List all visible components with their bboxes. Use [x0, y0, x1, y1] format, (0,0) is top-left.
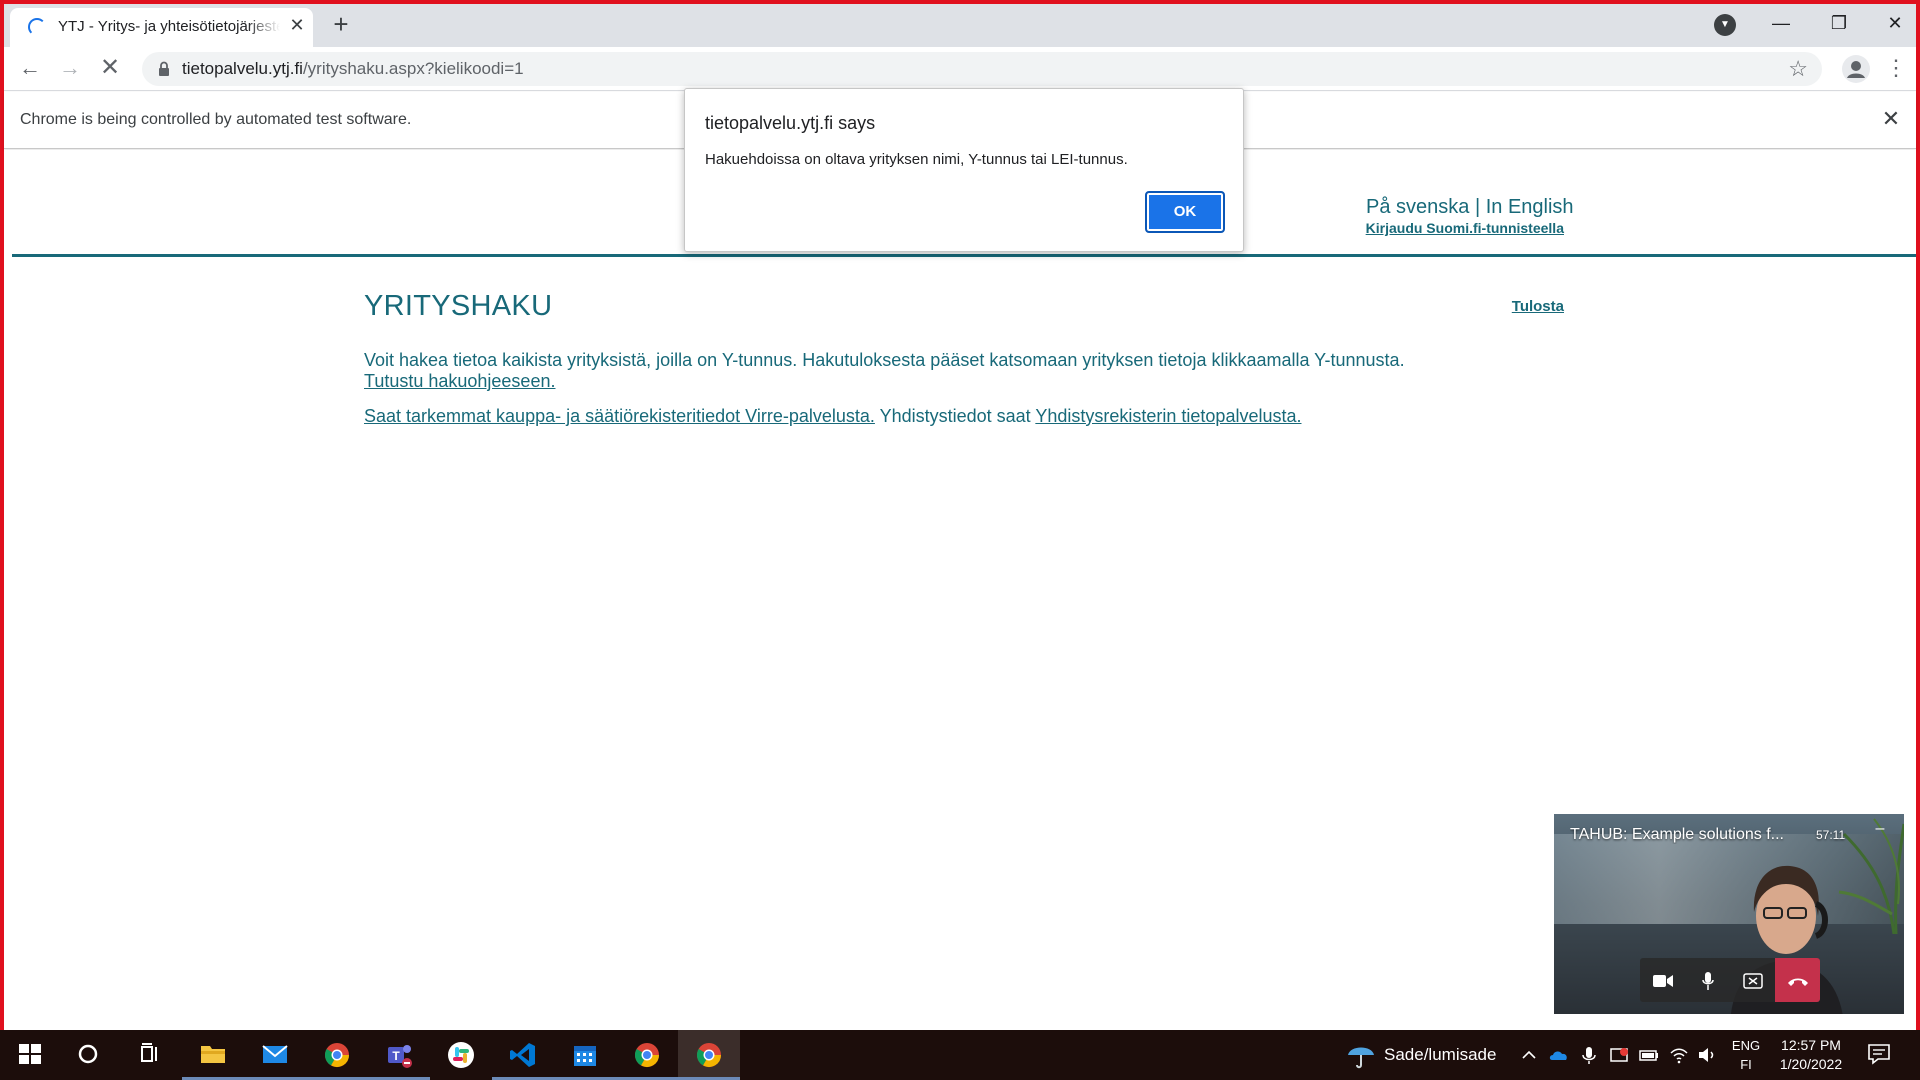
page-title: YRITYSHAKU: [364, 290, 553, 322]
battery-icon[interactable]: [1638, 1044, 1660, 1066]
stop-loading-button[interactable]: ✕: [94, 53, 126, 85]
browser-toolbar: ← → ✕ tietopalvelu.ytj.fi/yrityshaku.asp…: [4, 47, 1916, 91]
start-button[interactable]: [0, 1030, 62, 1080]
tab-search-icon[interactable]: ▼: [1714, 14, 1736, 36]
meeting-title: TAHUB: Example solutions f...: [1570, 826, 1784, 843]
intro-paragraph: Voit hakea tietoa kaikista yrityksistä, …: [364, 350, 1464, 392]
microphone-icon[interactable]: [1685, 958, 1730, 1002]
weather-text: Sade/lumisade: [1384, 1045, 1497, 1064]
url-host: tietopalvelu.ytj.fi: [182, 59, 303, 78]
language-separator: |: [1469, 196, 1486, 218]
folder-icon: [201, 1046, 225, 1063]
back-button[interactable]: ←: [14, 53, 46, 85]
alert-title: tietopalvelu.ytj.fi says: [705, 113, 876, 133]
wifi-icon[interactable]: [1668, 1044, 1690, 1066]
ok-button[interactable]: OK: [1145, 191, 1225, 233]
tab-title: YTJ - Yritys- ja yhteisötietojärjestelmä: [58, 18, 280, 35]
taskbar-file-explorer[interactable]: [182, 1030, 244, 1080]
meeting-controls: [1640, 958, 1820, 1002]
search-circle-icon: [78, 1044, 98, 1064]
url-text: tietopalvelu.ytj.fi/yrityshaku.aspx?kiel…: [182, 59, 524, 79]
weather-widget[interactable]: Sade/lumisade: [1344, 1030, 1514, 1080]
minimize-button[interactable]: —: [1752, 4, 1810, 44]
forward-button[interactable]: →: [54, 53, 86, 85]
umbrella-icon: [1348, 1047, 1374, 1069]
hang-up-icon[interactable]: [1775, 958, 1820, 1002]
loading-spinner-icon: [28, 18, 46, 36]
network-alert-icon[interactable]: [1608, 1044, 1630, 1066]
taskbar-chrome-1[interactable]: [306, 1030, 368, 1080]
virre-link[interactable]: Saat tarkemmat kauppa- ja säätiörekister…: [364, 406, 875, 426]
clock-time: 12:57 PM: [1781, 1037, 1841, 1053]
task-view-icon: [141, 1043, 157, 1062]
language-links: På svenska | In English: [1366, 196, 1574, 219]
new-tab-button[interactable]: +: [326, 10, 356, 40]
volume-icon[interactable]: [1696, 1044, 1718, 1066]
share-screen-icon[interactable]: [1730, 958, 1775, 1002]
english-link[interactable]: In English: [1486, 196, 1574, 218]
infobar-close-icon[interactable]: ✕: [1878, 106, 1904, 132]
print-link[interactable]: Tulosta: [1484, 298, 1564, 315]
onedrive-cloud-icon[interactable]: [1548, 1044, 1570, 1066]
system-clock[interactable]: 12:57 PM 1/20/2022: [1770, 1036, 1852, 1074]
keyboard-layout: FI: [1740, 1057, 1752, 1072]
infobar-message: Chrome is being controlled by automated …: [20, 111, 412, 128]
input-language-indicator[interactable]: ENG FI: [1724, 1036, 1768, 1074]
vscode-icon: [510, 1043, 535, 1067]
taskbar-teams[interactable]: T: [368, 1030, 430, 1080]
lock-icon: [159, 61, 169, 76]
tab-strip: YTJ - Yritys- ja yhteisötietojärjestelmä…: [4, 4, 1916, 47]
calendar-icon: [574, 1046, 596, 1066]
intro-text: Voit hakea tietoa kaikista yrityksistä, …: [364, 350, 1405, 370]
meeting-video-window[interactable]: TAHUB: Example solutions f... 57:11 –: [1554, 814, 1904, 1014]
svg-text:T: T: [392, 1049, 400, 1063]
teams-icon: T: [388, 1045, 412, 1068]
search-button[interactable]: [58, 1030, 120, 1080]
chrome-icon: [324, 1043, 349, 1068]
taskbar-chrome-3[interactable]: [678, 1030, 740, 1080]
taskbar-slack[interactable]: [430, 1030, 492, 1080]
clock-date: 1/20/2022: [1779, 1056, 1843, 1072]
registry-paragraph: Saat tarkemmat kauppa- ja säätiörekister…: [364, 406, 1464, 427]
suomi-fi-login-link[interactable]: Kirjaudu Suomi.fi-tunnisteella: [1304, 220, 1564, 236]
language-code: ENG: [1731, 1038, 1761, 1053]
taskbar-calendar[interactable]: [554, 1030, 616, 1080]
meeting-duration: 57:11: [1816, 828, 1846, 842]
notification-center-icon[interactable]: [1866, 1041, 1892, 1067]
video-minimize-icon[interactable]: –: [1870, 820, 1890, 840]
header-divider: [12, 254, 1916, 257]
window-close-button[interactable]: ✕: [1866, 4, 1920, 44]
chevron-up-icon[interactable]: [1518, 1044, 1540, 1066]
restore-button[interactable]: ❐: [1810, 4, 1868, 44]
mail-icon: [262, 1045, 288, 1063]
alert-message: Hakuehdoissa on oltava yrityksen nimi, Y…: [705, 151, 1128, 168]
slack-icon: [448, 1042, 474, 1068]
camera-icon[interactable]: [1640, 958, 1685, 1002]
chrome-menu-icon[interactable]: ⋮: [1884, 53, 1908, 85]
chrome-icon: [696, 1043, 721, 1068]
task-view-button[interactable]: [120, 1030, 182, 1080]
search-help-link[interactable]: Tutustu hakuohjeeseen.: [364, 371, 555, 391]
microphone-tray-icon[interactable]: [1578, 1044, 1600, 1066]
bookmark-star-icon[interactable]: ☆: [1788, 56, 1808, 82]
taskbar-mail[interactable]: [244, 1030, 306, 1080]
swedish-link[interactable]: På svenska: [1366, 196, 1469, 218]
url-path: /yrityshaku.aspx?kielikoodi=1: [302, 59, 524, 78]
tab-close-icon[interactable]: ✕: [286, 14, 308, 36]
taskbar-chrome-2[interactable]: [616, 1030, 678, 1080]
windows-logo-icon: [19, 1044, 41, 1064]
browser-tab[interactable]: YTJ - Yritys- ja yhteisötietojärjestelmä…: [10, 8, 313, 47]
association-registry-link[interactable]: Yhdistysrekisterin tietopalvelusta.: [1035, 406, 1301, 426]
chrome-icon: [634, 1043, 659, 1068]
windows-taskbar: T Sade/lumisade ENG FI 12:57 PM 1/20/2022: [0, 1030, 1920, 1080]
alert-dialog: tietopalvelu.ytj.fi says Hakuehdoissa on…: [684, 88, 1244, 252]
taskbar-vscode[interactable]: [492, 1030, 554, 1080]
address-bar[interactable]: tietopalvelu.ytj.fi/yrityshaku.aspx?kiel…: [142, 52, 1822, 86]
profile-avatar-icon[interactable]: [1842, 55, 1870, 83]
association-text: Yhdistystiedot saat: [874, 406, 1036, 426]
browser-window: YTJ - Yritys- ja yhteisötietojärjestelmä…: [0, 0, 1920, 1080]
